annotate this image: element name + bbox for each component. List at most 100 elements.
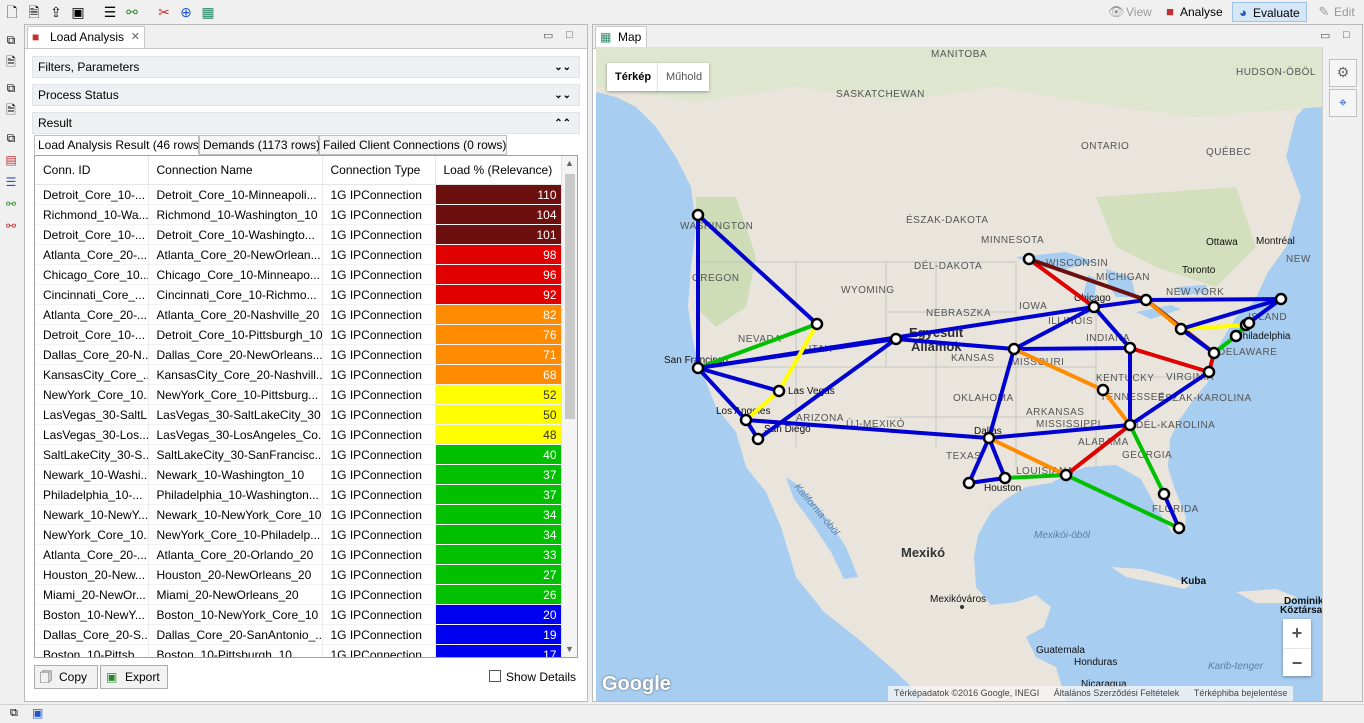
column-header-connection-type[interactable]: Connection Type xyxy=(322,156,436,185)
node-detroit xyxy=(1139,293,1153,307)
table-row[interactable]: Miami_20-NewOr... Miami_20-NewOrleans_20 1… xyxy=(35,584,562,605)
map-canvas[interactable]: SASKATCHEWAN MANITOBA ALBERTA ONTARIO QU… xyxy=(596,47,1322,701)
maximize-icon[interactable]: □ xyxy=(1343,29,1350,41)
fit-to-view-icon[interactable]: ⌖ xyxy=(1329,89,1357,117)
table-row[interactable]: Cincinnati_Core_... Cincinnati_Core_10-Ri… xyxy=(35,284,562,305)
map-type-terkep[interactable]: Térkép xyxy=(607,63,659,91)
table-row[interactable]: Atlanta_Core_20-... Atlanta_Core_20-Orlan… xyxy=(35,544,562,565)
table-row[interactable]: LasVegas_30-Los... LasVegas_30-LosAngeles… xyxy=(35,424,562,445)
table-scrollbar[interactable]: ▲ ▼ xyxy=(561,156,577,657)
minimize-icon[interactable]: ▭ xyxy=(543,29,553,42)
show-details-checkbox[interactable]: Show Details xyxy=(489,669,579,685)
perspective-edit-button[interactable]: ✎ Edit xyxy=(1314,2,1361,22)
attribution-report-link[interactable]: Térképhiba bejelentése xyxy=(1188,688,1294,698)
table-row[interactable]: KansasCity_Core_... KansasCity_Core_20-Na… xyxy=(35,364,562,385)
tab-load-analysis[interactable]: ■ Load Analysis ✕ xyxy=(27,26,145,48)
restore-icon[interactable]: ⧉ xyxy=(10,707,18,720)
column-header-connection-name[interactable]: Connection Name xyxy=(148,156,323,185)
table-row[interactable]: Newark_10-NewY... Newark_10-NewYork_Core_… xyxy=(35,504,562,525)
table-row[interactable]: Boston_10-Pittsb... Boston_10-Pittsburgh_… xyxy=(35,644,562,657)
scroll-down-icon[interactable]: ▼ xyxy=(565,644,574,654)
node-miami xyxy=(1172,521,1186,535)
table-row[interactable]: SaltLakeCity_30-S... SaltLakeCity_30-SanF… xyxy=(35,444,562,465)
table-row[interactable]: Chicago_Core_10... Chicago_Core_10-Minnea… xyxy=(35,264,562,285)
cell-load: 37 xyxy=(435,464,562,485)
checkbox-box[interactable] xyxy=(489,670,501,682)
table-row[interactable]: Houston_20-New... Houston_20-NewOrleans_2… xyxy=(35,564,562,585)
perspective-analyse-button[interactable]: ■ Analyse xyxy=(1160,2,1229,22)
node-san-francisco xyxy=(691,361,705,375)
scroll-up-icon[interactable]: ▲ xyxy=(565,158,574,168)
document-icon[interactable]: 🗎 xyxy=(3,102,19,118)
network-icon[interactable]: ⚯ xyxy=(124,4,140,20)
table-row[interactable]: Atlanta_Core_20-... Atlanta_Core_20-NewOr… xyxy=(35,244,562,265)
cell-connection-name: KansasCity_Core_20-Nashvill... xyxy=(148,364,323,385)
image-icon[interactable]: ▦ xyxy=(200,4,216,20)
network-icon[interactable]: ⚯ xyxy=(3,196,19,212)
attribution-terms-link[interactable]: Általános Szerződési Feltételek xyxy=(1048,688,1186,698)
node-las-vegas xyxy=(772,384,786,398)
tab-failed-client-connections[interactable]: Failed Client Connections (0 rows) xyxy=(319,135,507,155)
label-arkansas: ARKANSAS xyxy=(1026,407,1084,418)
connect-icon[interactable]: ⊕ xyxy=(178,4,194,20)
export-icon[interactable]: ⇪ xyxy=(48,4,64,20)
list-icon[interactable]: ☰ xyxy=(102,4,118,20)
link xyxy=(1144,297,1283,302)
cell-conn-id: Atlanta_Core_20-... xyxy=(35,244,149,265)
table-row[interactable]: Dallas_Core_20-N... Dallas_Core_20-NewOrl… xyxy=(35,344,562,365)
topology-icon[interactable]: ⚯ xyxy=(3,218,19,234)
new-document-icon[interactable]: 🗎 xyxy=(26,4,42,20)
new-file-icon[interactable]: 🗋 xyxy=(4,4,20,20)
table-row[interactable]: Detroit_Core_10-... Detroit_Core_10-Minne… xyxy=(35,184,562,205)
copy-button[interactable]: 🗍 Copy xyxy=(34,665,98,689)
cell-load: 92 xyxy=(435,284,562,305)
map-svg[interactable]: SASKATCHEWAN MANITOBA ALBERTA ONTARIO QU… xyxy=(596,47,1322,701)
close-icon[interactable]: ✕ xyxy=(131,27,140,48)
scrollbar-thumb[interactable] xyxy=(565,174,575,419)
restore-icon[interactable]: ⧉ xyxy=(3,130,19,146)
table-row[interactable]: Detroit_Core_10-... Detroit_Core_10-Pitts… xyxy=(35,324,562,345)
table-row[interactable]: Philadelphia_10-... Philadelphia_10-Washi… xyxy=(35,484,562,505)
table-row[interactable]: Atlanta_Core_20-... Atlanta_Core_20-Nashv… xyxy=(35,304,562,325)
table-row[interactable]: Richmond_10-Wa... Richmond_10-Washington_… xyxy=(35,204,562,225)
minimize-icon[interactable]: ▭ xyxy=(1320,29,1330,42)
console-icon[interactable]: ▣ xyxy=(32,706,43,720)
table-row[interactable]: NewYork_Core_10... NewYork_Core_10-Pittsb… xyxy=(35,384,562,405)
export-button[interactable]: ▣ Export xyxy=(100,665,168,689)
table-icon[interactable]: ▤ xyxy=(3,152,19,168)
section-process-status[interactable]: Process Status ⌄⌄ xyxy=(32,84,580,106)
cell-connection-type: 1G IPConnection xyxy=(322,284,436,305)
table-row[interactable]: LasVegas_30-SaltL... LasVegas_30-SaltLake… xyxy=(35,404,562,425)
settings-icon[interactable]: ⚙ xyxy=(1329,59,1357,87)
perspective-evaluate-button[interactable]: ◕ Evaluate xyxy=(1232,2,1307,22)
restore-icon[interactable]: ⧉ xyxy=(3,80,19,96)
maximize-icon[interactable]: □ xyxy=(566,29,573,41)
section-result[interactable]: Result ⌃⌃ xyxy=(32,112,580,134)
label-philadelphia: Philadelphia xyxy=(1236,331,1291,342)
save-icon[interactable]: ▣ xyxy=(70,4,86,20)
tab-map[interactable]: ▦ Map xyxy=(595,26,647,48)
table-row[interactable]: Dallas_Core_20-S... Dallas_Core_20-SanAnt… xyxy=(35,624,562,645)
tab-demands[interactable]: Demands (1173 rows) xyxy=(199,135,320,155)
column-header-conn-id[interactable]: Conn. ID xyxy=(35,156,149,185)
map-type-control: Térkép Műhold xyxy=(607,63,709,91)
tools-icon[interactable]: ✂ xyxy=(156,4,172,20)
perspective-view-button[interactable]: 👁 View xyxy=(1106,2,1158,22)
cell-connection-name: Miami_20-NewOrleans_20 xyxy=(148,584,323,605)
section-filters[interactable]: Filters, Parameters ⌄⌄ xyxy=(32,56,580,78)
zoom-out-button[interactable]: − xyxy=(1283,648,1311,677)
evaluate-icon: ◕ xyxy=(1239,5,1247,20)
table-row[interactable]: Detroit_Core_10-... Detroit_Core_10-Washi… xyxy=(35,224,562,245)
table-row[interactable]: NewYork_Core_10... NewYork_Core_10-Philad… xyxy=(35,524,562,545)
document-icon[interactable]: 🗎 xyxy=(3,54,19,70)
column-header-load[interactable]: Load % (Relevance) xyxy=(435,156,562,185)
map-side-toolbar: ⚙ ⌖ xyxy=(1322,47,1362,701)
tab-load-analysis-result[interactable]: Load Analysis Result (46 rows) xyxy=(34,135,203,155)
table-row[interactable]: Newark_10-Washi... Newark_10-Washington_1… xyxy=(35,464,562,485)
restore-icon[interactable]: ⧉ xyxy=(3,32,19,48)
list-icon[interactable]: ☰ xyxy=(3,174,19,190)
label-del-dakota: DÉL-DAKOTA xyxy=(914,259,982,272)
map-type-muhold[interactable]: Műhold xyxy=(657,63,710,91)
table-row[interactable]: Boston_10-NewY... Boston_10-NewYork_Core_… xyxy=(35,604,562,625)
zoom-in-button[interactable]: + xyxy=(1283,619,1311,647)
